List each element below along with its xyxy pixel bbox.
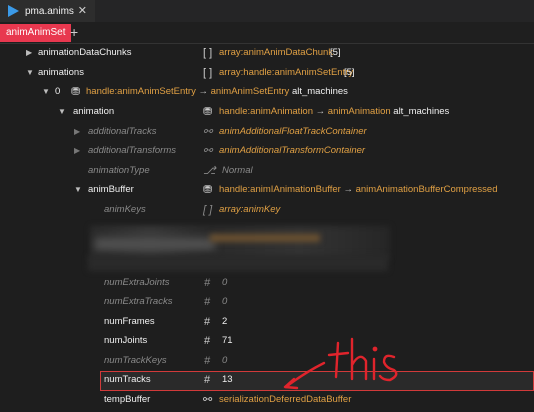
field-type: handle:animAnimation → animAnimation alt… xyxy=(219,106,450,117)
tree-row-animations[interactable]: ▼ animations [ ] array:handle:animAnimSe… xyxy=(0,63,534,83)
collapse-caret-icon[interactable]: ▼ xyxy=(42,82,50,102)
field-name: animationDataChunks xyxy=(38,47,132,58)
field-name: additionalTransforms xyxy=(88,145,177,156)
tab-document[interactable]: pma.anims ✕ xyxy=(0,0,95,22)
tab-bar: pma.anims ✕ xyxy=(0,0,534,22)
field-type: array:animAnimDataChunk xyxy=(219,47,334,58)
tree-row-additional-transforms[interactable]: ▶ additionalTransforms ⚯ animAdditionalT… xyxy=(0,141,534,161)
tree-row-anim-buffer[interactable]: ▼ animBuffer ⛃ handle:animIAnimationBuff… xyxy=(0,180,534,200)
field-name: numTrackKeys xyxy=(104,355,167,366)
sub-tab-bar: animAnimSet + xyxy=(0,22,534,44)
array-icon: [ ] xyxy=(203,47,213,59)
tree-row-additional-tracks[interactable]: ▶ additionalTracks ⚯ animAdditionalFloat… xyxy=(0,122,534,142)
number-icon: # xyxy=(204,335,211,347)
enum-icon: ⎇ xyxy=(203,165,216,177)
handle-icon: ⛃ xyxy=(203,184,213,196)
collapse-caret-icon[interactable]: ▼ xyxy=(58,102,66,122)
field-type: handle:animAnimSetEntry → animAnimSetEnt… xyxy=(86,86,348,97)
handle-icon: ⛃ xyxy=(71,86,81,98)
field-name: numTracks xyxy=(104,374,151,385)
add-tab-button[interactable]: + xyxy=(70,24,78,40)
field-count: [5] xyxy=(344,67,355,78)
structure-icon: ⚯ xyxy=(203,126,213,138)
collapse-caret-icon[interactable]: ▼ xyxy=(74,180,82,200)
field-type: array:handle:animAnimSetEntry xyxy=(219,67,354,78)
redacted-value xyxy=(210,234,320,242)
annotation-letter-t-bar xyxy=(327,351,350,357)
tree-row-anim-keys[interactable]: animKeys [ ] array:animKey xyxy=(0,200,534,220)
annotation-letter-t-stem xyxy=(334,341,340,379)
field-name: numFrames xyxy=(104,316,155,327)
expand-caret-icon[interactable]: ▶ xyxy=(74,141,80,161)
tree-row-num-extra-joints[interactable]: numExtraJoints # 0 xyxy=(0,273,534,293)
tree-row-animation-data-chunks[interactable]: ▶ animationDataChunks [ ] array:animAnim… xyxy=(0,43,534,63)
redacted-name xyxy=(95,238,215,250)
array-icon: [ ] xyxy=(203,67,213,79)
field-value: 0 xyxy=(222,277,228,288)
annotation-letter-h xyxy=(350,337,368,381)
handwritten-annotation: this xyxy=(283,337,398,390)
field-name: animations xyxy=(38,67,84,78)
field-count: [5] xyxy=(330,47,341,58)
field-name: animation xyxy=(73,106,115,117)
field-name: numExtraJoints xyxy=(104,277,170,288)
expand-caret-icon[interactable]: ▶ xyxy=(74,122,80,142)
expand-caret-icon[interactable]: ▶ xyxy=(26,43,32,63)
annotation-letter-s xyxy=(378,354,398,382)
redacted-row xyxy=(88,255,388,271)
tree-row-num-extra-tracks[interactable]: numExtraTracks # 0 xyxy=(0,292,534,312)
field-value: 2 xyxy=(222,316,228,327)
annotation-arrow-line xyxy=(284,361,326,389)
number-icon: # xyxy=(204,374,211,386)
collapse-caret-icon[interactable]: ▼ xyxy=(26,63,34,83)
field-type: animAdditionalTransformContainer xyxy=(219,145,366,156)
close-icon[interactable]: ✕ xyxy=(78,4,87,17)
tree-row-num-frames[interactable]: numFrames # 2 xyxy=(0,312,534,332)
handle-icon: ⛃ xyxy=(203,106,213,118)
field-value: 0 xyxy=(222,296,228,307)
field-name: numJoints xyxy=(104,335,148,346)
tree-row-entry-0[interactable]: ▼ 0 ⛃ handle:animAnimSetEntry → animAnim… xyxy=(0,82,534,102)
field-name: additionalTracks xyxy=(88,126,157,137)
number-icon: # xyxy=(204,277,211,289)
tree-row-animation[interactable]: ▼ animation ⛃ handle:animAnimation → ani… xyxy=(0,102,534,122)
tab-title: pma.anims xyxy=(25,5,74,17)
field-name: animationType xyxy=(88,165,150,176)
play-icon xyxy=(8,5,19,17)
field-name: animKeys xyxy=(104,204,146,215)
field-type: animAdditionalFloatTrackContainer xyxy=(219,126,367,137)
number-icon: # xyxy=(204,296,211,308)
entry-index: 0 xyxy=(55,86,61,97)
field-name: numExtraTracks xyxy=(104,296,173,307)
annotation-dot xyxy=(372,346,378,352)
field-value: 71 xyxy=(222,335,233,346)
number-icon: # xyxy=(204,355,211,367)
structure-icon: ⚯ xyxy=(203,394,213,406)
field-name: tempBuffer xyxy=(104,394,151,405)
array-icon: [ ] xyxy=(203,204,213,216)
tree-row-animation-type[interactable]: animationType ⎇ Normal xyxy=(0,161,534,181)
field-value: Normal xyxy=(222,165,253,176)
field-name: animBuffer xyxy=(88,184,134,195)
field-type: array:animKey xyxy=(219,204,281,215)
structure-icon: ⚯ xyxy=(203,145,213,157)
number-icon: # xyxy=(204,316,211,328)
field-value: 13 xyxy=(222,374,233,385)
field-type: handle:animIAnimationBuffer → animAnimat… xyxy=(219,184,498,195)
tab-anim-anim-set[interactable]: animAnimSet xyxy=(0,24,72,42)
field-value: 0 xyxy=(222,355,228,366)
